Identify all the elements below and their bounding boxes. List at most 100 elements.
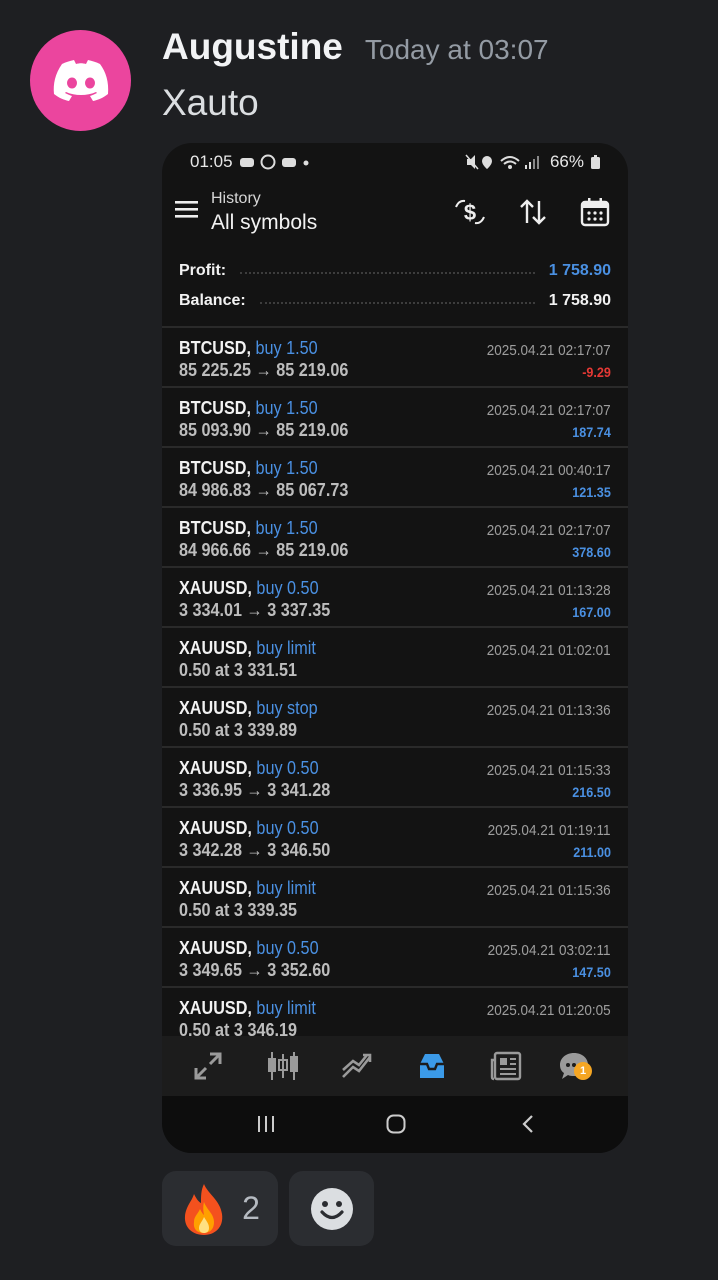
trade-datetime: 2025.04.21 01:19:11 — [488, 822, 611, 839]
trade-line: BTCUSD, buy 1.50 — [179, 518, 318, 539]
trade-profit: 167.00 — [572, 604, 611, 620]
quotes-icon[interactable] — [192, 1050, 224, 1082]
trade-profit: 216.50 — [572, 784, 611, 800]
trade-side: buy 1.50 — [255, 398, 318, 418]
profit-row: Profit: 1 758.90 — [162, 256, 628, 286]
history-row[interactable]: XAUUSD, buy stop 0.50 at 3 339.89 2025.04.… — [162, 688, 628, 748]
trade-line: XAUUSD, buy limit — [179, 638, 316, 659]
trade-prices: 3 342.28 → 3 346.50 — [179, 840, 331, 860]
dotted-leader — [240, 272, 535, 274]
battery-icon — [591, 155, 600, 169]
trade-line: XAUUSD, buy stop — [179, 698, 318, 719]
history-row[interactable]: XAUUSD, buy 0.50 3 342.28 → 3 346.50 2025.… — [162, 808, 628, 868]
trade-symbol: XAUUSD, — [179, 938, 252, 958]
trade-symbol: XAUUSD, — [179, 878, 252, 898]
trade-datetime: 2025.04.21 01:13:36 — [487, 702, 611, 719]
bottom-nav: 1 — [162, 1036, 628, 1096]
trade-line: XAUUSD, buy 0.50 — [179, 818, 319, 839]
trade-line: XAUUSD, buy 0.50 — [179, 578, 319, 599]
dollar-deposit-icon[interactable]: $ — [453, 197, 487, 227]
trade-prices: 84 986.83 → 85 067.73 — [179, 480, 349, 500]
trade-prices: 3 336.95 → 3 341.28 — [179, 780, 331, 800]
trade-datetime: 2025.04.21 02:17:07 — [487, 402, 611, 419]
history-row[interactable]: XAUUSD, buy 0.50 3 336.95 → 3 341.28 2025.… — [162, 748, 628, 808]
app-bar: History All symbols $ — [162, 181, 628, 243]
history-row[interactable]: XAUUSD, buy limit 0.50 at 3 331.51 2025.04… — [162, 628, 628, 688]
trade-profit: 121.35 — [572, 484, 611, 500]
trade-prices: 84 966.66 → 85 219.06 — [179, 540, 349, 560]
trade-side: buy 1.50 — [255, 518, 318, 538]
trade-line: XAUUSD, buy limit — [179, 998, 316, 1019]
history-row[interactable]: BTCUSD, buy 1.50 84 966.66 → 85 219.06 202… — [162, 508, 628, 568]
trade-datetime: 2025.04.21 01:15:33 — [487, 762, 611, 779]
message-timestamp: Today at 03:07 — [364, 34, 549, 65]
trade-profit: 378.60 — [572, 544, 611, 560]
trade-symbol: BTCUSD, — [179, 398, 251, 418]
trade-side: buy stop — [256, 698, 318, 718]
chart-icon[interactable] — [266, 1050, 300, 1082]
trade-profit: 147.50 — [572, 964, 611, 980]
home-icon[interactable] — [386, 1114, 406, 1134]
trade-prices: 3 349.65 → 3 352.60 — [179, 960, 331, 980]
history-row[interactable]: XAUUSD, buy 0.50 3 334.01 → 3 337.35 2025.… — [162, 568, 628, 628]
trade-prices: 85 225.25 → 85 219.06 — [179, 360, 349, 380]
trade-symbol: BTCUSD, — [179, 518, 251, 538]
trade-symbol: XAUUSD, — [179, 998, 252, 1018]
trade-symbol: XAUUSD, — [179, 758, 252, 778]
history-icon[interactable] — [416, 1050, 448, 1082]
trade-prices: 0.50 at 3 331.51 — [179, 660, 297, 680]
add-reaction-button[interactable] — [289, 1171, 374, 1246]
trade-side: buy limit — [256, 638, 316, 658]
sort-icon[interactable] — [518, 197, 548, 227]
fire-reaction[interactable]: 2 — [162, 1171, 278, 1246]
menu-icon[interactable] — [175, 201, 198, 218]
balance-label: Balance: — [179, 292, 246, 309]
profit-value: 1 758.90 — [548, 262, 611, 279]
trade-datetime: 2025.04.21 01:02:01 — [487, 642, 611, 659]
trade-line: BTCUSD, buy 1.50 — [179, 338, 318, 359]
trade-datetime: 2025.04.21 01:20:05 — [487, 1002, 611, 1019]
recent-apps-icon[interactable] — [256, 1114, 276, 1134]
discord-logo-icon — [53, 59, 108, 101]
add-reaction-icon — [310, 1187, 353, 1230]
svg-text:$: $ — [464, 200, 476, 225]
trade-side: buy 1.50 — [255, 458, 318, 478]
trade-datetime: 2025.04.21 03:02:11 — [488, 942, 611, 959]
page-title[interactable]: All symbols — [211, 211, 317, 235]
history-row[interactable]: XAUUSD, buy limit 0.50 at 3 339.35 2025.04… — [162, 868, 628, 928]
back-icon[interactable] — [518, 1114, 538, 1134]
fire-icon — [185, 1183, 223, 1235]
trade-symbol: BTCUSD, — [179, 338, 251, 358]
trade-symbol: XAUUSD, — [179, 698, 252, 718]
trade-icon[interactable] — [340, 1050, 374, 1082]
attached-screenshot[interactable]: 01:05 66% History All symbols $ Profit: … — [162, 143, 628, 1153]
trade-profit: -9.29 — [582, 364, 611, 380]
history-row[interactable]: BTCUSD, buy 1.50 85 225.25 → 85 219.06 202… — [162, 328, 628, 388]
history-row[interactable]: BTCUSD, buy 1.50 84 986.83 → 85 067.73 202… — [162, 448, 628, 508]
trade-line: XAUUSD, buy limit — [179, 878, 316, 899]
trade-datetime: 2025.04.21 00:40:17 — [487, 462, 611, 479]
status-bar: 01:05 66% — [162, 143, 628, 181]
messages-button[interactable]: 1 — [558, 1050, 598, 1090]
message-header: Augustine Today at 03:07 — [162, 26, 549, 68]
trade-side: buy 0.50 — [256, 818, 319, 838]
system-nav-bar — [162, 1096, 628, 1153]
trade-side: buy limit — [256, 878, 316, 898]
history-row[interactable]: XAUUSD, buy 0.50 3 349.65 → 3 352.60 2025.… — [162, 928, 628, 988]
user-avatar[interactable] — [30, 30, 131, 131]
trade-datetime: 2025.04.21 01:15:36 — [487, 882, 611, 899]
trade-side: buy 1.50 — [255, 338, 318, 358]
trade-datetime: 2025.04.21 02:17:07 — [487, 342, 611, 359]
calendar-icon[interactable] — [580, 197, 610, 227]
system-status-icons — [465, 154, 539, 170]
news-icon[interactable] — [490, 1050, 522, 1082]
reaction-count: 2 — [242, 1190, 260, 1226]
history-row[interactable]: BTCUSD, buy 1.50 85 093.90 → 85 219.06 202… — [162, 388, 628, 448]
author-name[interactable]: Augustine — [162, 26, 343, 68]
trade-side: buy limit — [256, 998, 316, 1018]
status-time: 01:05 — [190, 152, 233, 171]
page-subtitle: History — [211, 190, 261, 207]
trade-symbol: XAUUSD, — [179, 818, 252, 838]
trade-line: BTCUSD, buy 1.50 — [179, 398, 318, 419]
profit-label: Profit: — [179, 262, 227, 279]
